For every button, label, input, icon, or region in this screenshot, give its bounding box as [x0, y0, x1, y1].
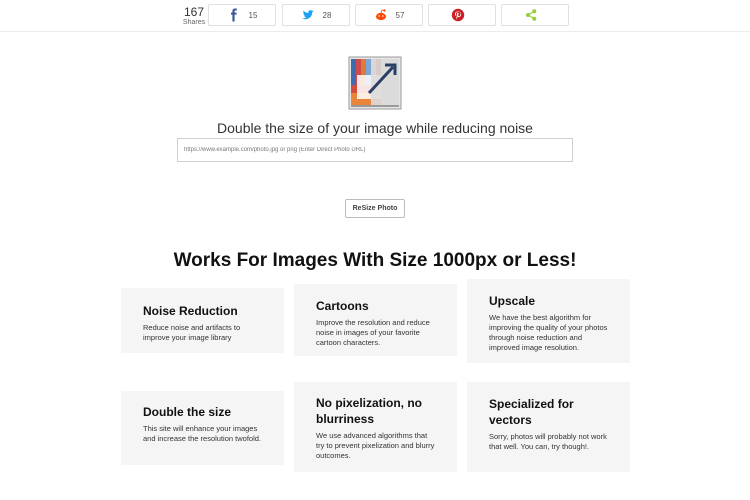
- feature-card-text: This site will enhance your images and i…: [143, 424, 261, 443]
- facebook-share-count: 15: [248, 10, 258, 20]
- feature-card-title: Cartoons: [316, 299, 369, 313]
- feature-card-title: No pixelization, no blurriness: [316, 396, 423, 426]
- features-title: Works For Images With Size 1000px or Les…: [173, 250, 577, 271]
- twitter-share-count: 28: [322, 10, 332, 20]
- feature-card-no-pixelization: No pixelization, no blurriness We use ad…: [294, 382, 457, 472]
- feature-card-text: We have the best algorithm for improving…: [489, 313, 608, 352]
- feature-card-text: We use advanced algorithms that try to p…: [316, 431, 435, 460]
- share-total: 167 Shares: [180, 6, 208, 27]
- feature-card-title: Upscale: [489, 294, 536, 308]
- feature-card-text: Sorry, photos will probably not work tha…: [489, 432, 607, 451]
- share-total-label: Shares: [182, 19, 206, 26]
- feature-card-vectors: Specialized for vectors Sorry, photos wi…: [467, 382, 630, 472]
- sharethis-share-button[interactable]: [501, 4, 569, 26]
- facebook-share-button[interactable]: 15: [208, 4, 276, 26]
- resize-logo-icon: [348, 56, 402, 110]
- facebook-icon: [230, 8, 237, 22]
- share-icon: [526, 9, 537, 21]
- photo-url-input[interactable]: [177, 138, 573, 162]
- feature-card-title: Noise Reduction: [143, 304, 238, 318]
- feature-card-double-size: Double the size This site will enhance y…: [121, 391, 284, 465]
- reddit-icon: [375, 9, 386, 21]
- feature-card-upscale: Upscale We have the best algorithm for i…: [467, 279, 630, 363]
- feature-card-text: Reduce noise and artifacts to improve yo…: [143, 323, 241, 342]
- twitter-share-button[interactable]: 28: [282, 4, 350, 26]
- feature-card-cartoons: Cartoons Improve the resolution and redu…: [294, 284, 457, 356]
- hero-headline: Double the size of your image while redu…: [217, 120, 533, 136]
- pinterest-share-button[interactable]: [428, 4, 496, 26]
- share-bar: 167 Shares 15 28 57: [0, 0, 750, 32]
- reddit-share-button[interactable]: 57: [355, 4, 423, 26]
- pinterest-icon: [451, 8, 465, 22]
- feature-card-text: Improve the resolution and reduce noise …: [316, 318, 430, 347]
- feature-card-title: Specialized for vectors: [489, 397, 574, 427]
- resize-photo-button[interactable]: ReSize Photo: [345, 199, 405, 218]
- feature-card-noise-reduction: Noise Reduction Reduce noise and artifac…: [121, 288, 284, 353]
- feature-card-title: Double the size: [143, 405, 232, 419]
- share-total-count: 167: [183, 5, 205, 19]
- reddit-share-count: 57: [395, 10, 405, 20]
- twitter-icon: [301, 10, 314, 20]
